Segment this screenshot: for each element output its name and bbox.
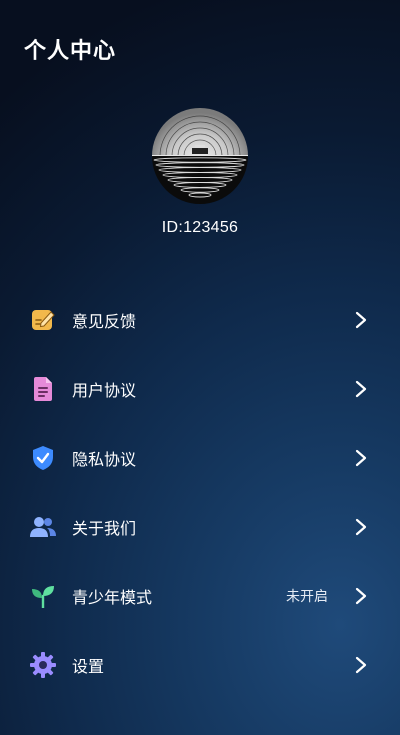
- menu-list: 意见反馈 用户协议 隐私协议 关于我们 青少年模式 未开启 设置: [0, 285, 400, 699]
- chevron-right-icon: [355, 449, 367, 466]
- menu-item-label: 隐私协议: [72, 449, 137, 469]
- sprout-icon: [30, 583, 56, 609]
- menu-item-label: 意见反馈: [72, 311, 137, 331]
- chevron-right-icon: [355, 656, 367, 673]
- menu-item-label: 用户协议: [72, 380, 137, 400]
- menu-item-teen-mode[interactable]: 青少年模式 未开启: [0, 561, 400, 630]
- menu-item-privacy-agreement[interactable]: 隐私协议: [0, 423, 400, 492]
- chevron-right-icon: [355, 380, 367, 397]
- menu-item-label: 设置: [72, 656, 105, 676]
- menu-item-settings[interactable]: 设置: [0, 630, 400, 699]
- feedback-icon: [30, 307, 56, 333]
- teen-mode-status: 未开启: [286, 588, 328, 605]
- page-title: 个人中心: [24, 39, 117, 64]
- vinyl-moon-image: [152, 108, 248, 204]
- menu-item-label: 青少年模式: [72, 587, 153, 607]
- chevron-right-icon: [355, 311, 367, 328]
- avatar[interactable]: [148, 104, 252, 208]
- chevron-right-icon: [355, 518, 367, 535]
- menu-item-user-agreement[interactable]: 用户协议: [0, 354, 400, 423]
- document-icon: [30, 376, 56, 402]
- menu-item-label: 关于我们: [72, 518, 137, 538]
- menu-item-feedback[interactable]: 意见反馈: [0, 285, 400, 354]
- gear-icon: [30, 651, 56, 678]
- chevron-right-icon: [355, 587, 367, 604]
- menu-item-about-us[interactable]: 关于我们: [0, 492, 400, 561]
- user-id: ID:123456: [161, 219, 239, 236]
- users-icon: [30, 514, 56, 540]
- shield-check-icon: [30, 445, 56, 471]
